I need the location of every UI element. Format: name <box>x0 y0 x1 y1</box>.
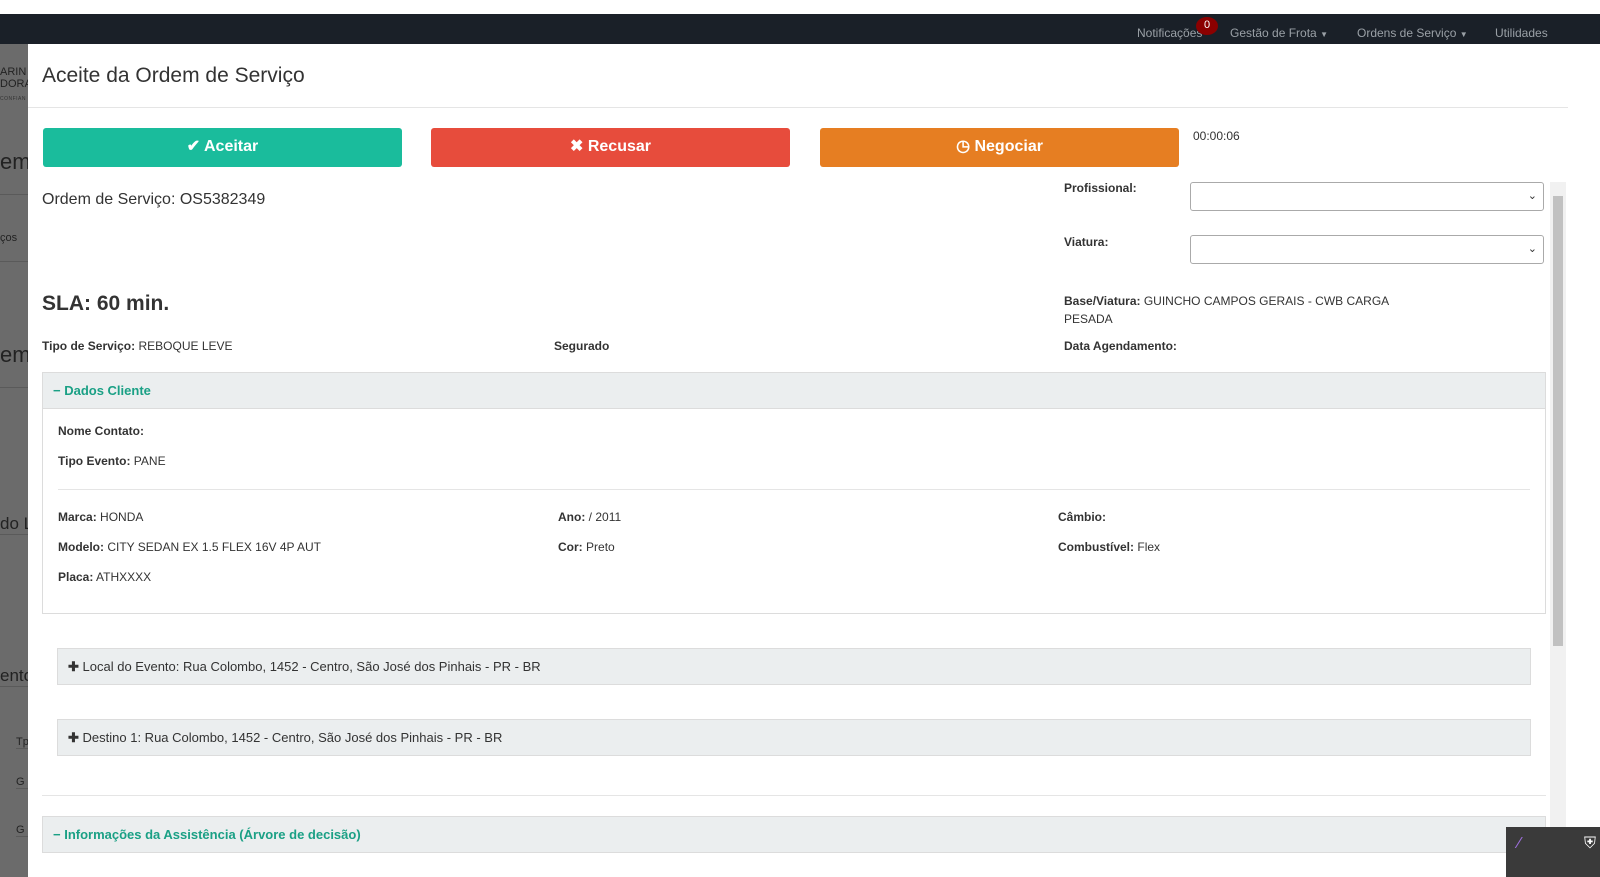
nav-fleet-management[interactable]: Gestão de Frota ▼ <box>1230 26 1328 40</box>
destination-panel[interactable]: ✚ Destino 1: Rua Colombo, 1452 - Centro,… <box>57 719 1531 756</box>
order-number: Ordem de Serviço: OS5382349 <box>42 191 266 208</box>
contact-name: Nome Contato: <box>58 424 144 438</box>
model: Modelo: CITY SEDAN EX 1.5 FLEX 16V 4P AU… <box>58 540 321 554</box>
event-type: Tipo Evento: PANE <box>58 454 166 468</box>
divider <box>42 795 1546 796</box>
field-label: Ano: <box>558 510 586 524</box>
client-header-label: − Dados Cliente <box>53 383 151 398</box>
pen-icon[interactable]: ⁄ <box>1518 835 1521 853</box>
event-location-text: Local do Evento: Rua Colombo, 1452 - Cen… <box>82 659 541 674</box>
scrollbar-thumb[interactable] <box>1553 196 1563 646</box>
modal-scrollbar[interactable] <box>1550 182 1566 877</box>
field-value: ATHXXXX <box>96 570 152 584</box>
negotiate-button[interactable]: ◷ Negociar <box>820 128 1179 167</box>
destination-text: Destino 1: Rua Colombo, 1452 - Centro, S… <box>82 730 503 745</box>
professional-label: Profissional: <box>1064 181 1137 195</box>
professional-select[interactable]: ⌄ <box>1190 182 1544 211</box>
background-page: ARINDORA CONFIAN em ços em do L ento Tp G… <box>0 44 28 877</box>
assistance-header-label: − Informações da Assistência (Árvore de … <box>53 827 361 842</box>
assistance-panel-header[interactable]: − Informações da Assistência (Árvore de … <box>42 816 1546 853</box>
nav-utilities[interactable]: Utilidades <box>1495 26 1548 40</box>
modal-title: Aceite da Ordem de Serviço <box>42 64 305 87</box>
field-value: Flex <box>1137 540 1161 554</box>
caret-down-icon: ▼ <box>1320 30 1328 39</box>
bg-text: em <box>0 149 28 195</box>
nav-service-orders[interactable]: Ordens de Serviço ▼ <box>1357 26 1468 40</box>
accept-button[interactable]: ✔ Aceitar <box>43 128 402 167</box>
plus-icon: ✚ <box>68 659 79 674</box>
gearbox: Câmbio: <box>1058 510 1106 524</box>
base-vehicle: Base/Viatura: GUINCHO CAMPOS GERAIS - CW… <box>1064 292 1394 328</box>
browser-bookmarks-strip <box>0 0 1600 14</box>
fuel: Combustível: Flex <box>1058 540 1160 554</box>
bg-text: do L <box>0 514 28 535</box>
bg-logo: ARINDORA CONFIAN <box>0 66 28 102</box>
bg-text: ços <box>0 232 28 262</box>
divider <box>58 489 1530 490</box>
insured-label: Segurado <box>554 339 610 353</box>
field-value: Preto <box>586 540 615 554</box>
client-panel: − Dados Cliente Nome Contato: Tipo Event… <box>42 372 1546 614</box>
refuse-button[interactable]: ✖ Recusar <box>431 128 790 167</box>
bg-text: DORA <box>0 78 28 90</box>
plate: Placa: ATHXXXX <box>58 570 151 584</box>
plus-icon: ✚ <box>68 730 79 745</box>
bg-logo-tagline: CONFIAN <box>0 96 26 102</box>
chevron-down-icon: ⌄ <box>1527 190 1537 202</box>
field-value: / 2011 <box>588 510 622 524</box>
bg-text: ARIN <box>0 66 27 78</box>
bg-text: em <box>0 342 28 388</box>
event-location-panel[interactable]: ✚ Local do Evento: Rua Colombo, 1452 - C… <box>57 648 1531 685</box>
system-tray: ⁄ ⛨ <box>1506 827 1600 877</box>
sla: SLA: 60 min. <box>42 292 170 315</box>
chevron-down-icon: ⌄ <box>1527 243 1537 255</box>
schedule-label: Data Agendamento: <box>1064 339 1177 353</box>
service-type-value: REBOQUE LEVE <box>138 339 233 353</box>
brand: Marca: HONDA <box>58 510 143 524</box>
client-panel-header[interactable]: − Dados Cliente <box>42 372 1546 409</box>
field-label: Placa: <box>58 570 94 584</box>
nav-orders-label: Ordens de Serviço <box>1357 26 1457 40</box>
base-label: Base/Viatura: <box>1064 294 1141 308</box>
field-value: CITY SEDAN EX 1.5 FLEX 16V 4P AUT <box>107 540 321 554</box>
caret-down-icon: ▼ <box>1459 30 1468 39</box>
field-label: Modelo: <box>58 540 104 554</box>
bg-text: G <box>16 776 28 789</box>
field-label: Nome Contato: <box>58 424 144 438</box>
field-label: Cor: <box>558 540 583 554</box>
color: Cor: Preto <box>558 540 615 554</box>
service-type-label: Tipo de Serviço: <box>42 339 136 353</box>
vehicle-label: Viatura: <box>1064 235 1109 249</box>
top-navbar: Notificações Gestão de Frota ▼ Ordens de… <box>0 14 1600 44</box>
nav-notifications[interactable]: Notificações <box>1137 26 1202 40</box>
notification-badge: 0 <box>1196 17 1218 35</box>
divider <box>28 107 1568 108</box>
year: Ano: / 2011 <box>558 510 621 524</box>
field-value: PANE <box>133 454 166 468</box>
field-label: Câmbio: <box>1058 510 1106 524</box>
accept-order-modal: Aceite da Ordem de Serviço ✔ Aceitar ✖ R… <box>28 44 1568 877</box>
field-label: Combustível: <box>1058 540 1135 554</box>
bg-text: ento <box>0 666 28 687</box>
field-label: Marca: <box>58 510 97 524</box>
field-label: Tipo Evento: <box>58 454 131 468</box>
shield-icon[interactable]: ⛨ <box>1584 835 1596 853</box>
bg-text: G <box>16 824 28 837</box>
field-value: HONDA <box>100 510 144 524</box>
vehicle-select[interactable]: ⌄ <box>1190 235 1544 264</box>
service-type: Tipo de Serviço: REBOQUE LEVE <box>42 339 233 353</box>
nav-fleet-label: Gestão de Frota <box>1230 26 1317 40</box>
timer: 00:00:06 <box>1193 129 1240 143</box>
bg-text: Tp <box>16 736 28 749</box>
